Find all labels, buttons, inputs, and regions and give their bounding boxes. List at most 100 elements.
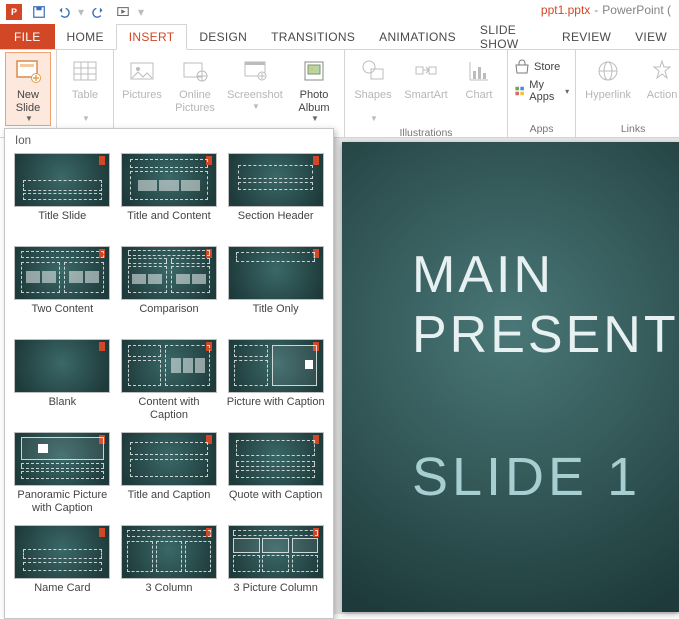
pictures-label: Pictures bbox=[122, 89, 162, 102]
photo-album-button[interactable]: Photo Album▼ bbox=[290, 53, 338, 125]
layout-label: Quote with Caption bbox=[229, 489, 323, 515]
screenshot-icon bbox=[239, 55, 271, 87]
smartart-button[interactable]: SmartArt bbox=[401, 53, 451, 104]
layout-label: Blank bbox=[49, 396, 77, 422]
shapes-icon bbox=[357, 55, 389, 87]
action-icon bbox=[646, 55, 678, 87]
smartart-label: SmartArt bbox=[404, 89, 447, 102]
online-pictures-icon bbox=[179, 55, 211, 87]
ribbon: New Slide▼ Slides Table▼ Tables Pictures… bbox=[0, 50, 679, 138]
photo-album-icon bbox=[298, 55, 330, 87]
new-slide-button[interactable]: New Slide▼ bbox=[6, 53, 50, 125]
online-pictures-label: Online Pictures bbox=[172, 89, 218, 114]
layout-label: Title and Content bbox=[127, 210, 210, 236]
window-title: ppt1.pptx - PowerPoint ( bbox=[541, 3, 671, 17]
group-label-apps: Apps bbox=[514, 123, 569, 135]
layout-title-slide[interactable]: Title Slide bbox=[11, 151, 114, 238]
group-label-links: Links bbox=[582, 123, 679, 135]
layout-quote-with-caption[interactable]: Quote with Caption bbox=[224, 430, 327, 517]
layout-gallery: Ion Title Slide Title and Content Sectio… bbox=[4, 128, 334, 619]
ribbon-tabs: FILE HOME INSERT DESIGN TRANSITIONS ANIM… bbox=[0, 24, 679, 50]
layout-3-column[interactable]: 3 Column bbox=[118, 523, 221, 610]
filename: ppt1.pptx bbox=[541, 3, 590, 17]
layout-name-card[interactable]: Name Card bbox=[11, 523, 114, 610]
undo-icon[interactable] bbox=[52, 1, 74, 23]
layout-label: Section Header bbox=[238, 210, 314, 236]
chart-icon bbox=[463, 55, 495, 87]
group-illustrations: Shapes▼ SmartArt Chart Illustrations bbox=[345, 50, 508, 137]
group-apps: Store My Apps ▾ Apps bbox=[508, 50, 576, 137]
store-button[interactable]: Store bbox=[514, 59, 569, 75]
online-pictures-button[interactable]: Online Pictures bbox=[170, 53, 220, 116]
group-slides: New Slide▼ Slides bbox=[0, 50, 57, 137]
action-button[interactable]: Action bbox=[640, 53, 679, 104]
layout-label: 3 Picture Column bbox=[233, 582, 317, 608]
tab-review[interactable]: REVIEW bbox=[550, 24, 623, 49]
new-slide-icon bbox=[12, 55, 44, 87]
chart-label: Chart bbox=[466, 89, 493, 102]
hyperlink-button[interactable]: Hyperlink bbox=[582, 53, 634, 104]
layout-label: Content with Caption bbox=[120, 396, 219, 422]
pictures-button[interactable]: Pictures bbox=[120, 53, 164, 104]
chevron-down-icon: ▼ bbox=[252, 102, 260, 111]
layout-comparison[interactable]: Comparison bbox=[118, 244, 221, 331]
layout-title-only[interactable]: Title Only bbox=[224, 244, 327, 331]
tab-animations[interactable]: ANIMATIONS bbox=[367, 24, 468, 49]
tab-home[interactable]: HOME bbox=[55, 24, 116, 49]
layout-title-and-content[interactable]: Title and Content bbox=[118, 151, 221, 238]
screenshot-label: Screenshot bbox=[227, 89, 283, 102]
layout-section-header[interactable]: Section Header bbox=[224, 151, 327, 238]
layout-label: Comparison bbox=[139, 303, 198, 329]
table-label: Table bbox=[72, 89, 98, 102]
chevron-down-icon: ▾ bbox=[565, 87, 569, 96]
group-tables: Table▼ Tables bbox=[57, 50, 114, 137]
layout-title-and-caption[interactable]: Title and Caption bbox=[118, 430, 221, 517]
layout-panoramic-picture[interactable]: Panoramic Picture with Caption bbox=[11, 430, 114, 517]
store-label: Store bbox=[534, 61, 560, 73]
tab-view[interactable]: VIEW bbox=[623, 24, 679, 49]
tab-slideshow[interactable]: SLIDE SHOW bbox=[468, 24, 550, 49]
chart-button[interactable]: Chart bbox=[457, 53, 501, 104]
new-slide-label: New Slide bbox=[8, 89, 48, 114]
hyperlink-icon bbox=[592, 55, 624, 87]
chevron-down-icon: ▼ bbox=[370, 114, 378, 123]
redo-icon[interactable] bbox=[88, 1, 110, 23]
tab-file[interactable]: FILE bbox=[0, 24, 55, 49]
screenshot-button[interactable]: Screenshot▼ bbox=[226, 53, 284, 113]
layout-content-with-caption[interactable]: Content with Caption bbox=[118, 337, 221, 424]
separator: ▾ bbox=[78, 5, 84, 19]
my-apps-label: My Apps bbox=[529, 79, 559, 103]
store-icon bbox=[514, 59, 530, 75]
group-links: Hyperlink Action Links bbox=[576, 50, 679, 137]
layout-3-picture-column[interactable]: 3 Picture Column bbox=[224, 523, 327, 610]
start-from-beginning-icon[interactable] bbox=[112, 1, 134, 23]
layout-picture-with-caption[interactable]: Picture with Caption bbox=[224, 337, 327, 424]
shapes-button[interactable]: Shapes ▼ bbox=[351, 53, 395, 125]
layout-label: Title and Caption bbox=[128, 489, 211, 515]
chevron-down-icon: ▼ bbox=[82, 114, 90, 123]
group-images: Pictures Online Pictures Screenshot▼ Pho… bbox=[114, 50, 345, 137]
layout-two-content[interactable]: Two Content bbox=[11, 244, 114, 331]
table-button[interactable]: Table ▼ bbox=[63, 53, 107, 125]
title-bar: P ▾ ▾ ppt1.pptx - PowerPoint ( bbox=[0, 0, 679, 24]
smartart-icon bbox=[410, 55, 442, 87]
app-icon: P bbox=[6, 4, 22, 20]
app-name: PowerPoint ( bbox=[602, 3, 671, 17]
my-apps-button[interactable]: My Apps ▾ bbox=[514, 79, 569, 103]
save-icon[interactable] bbox=[28, 1, 50, 23]
slide-subtitle: SLIDE 1 bbox=[342, 446, 641, 508]
layout-label: Title Slide bbox=[38, 210, 86, 236]
layout-label: Name Card bbox=[34, 582, 90, 608]
photo-album-label: Photo Album bbox=[292, 89, 336, 114]
layout-label: Panoramic Picture with Caption bbox=[13, 489, 112, 515]
tab-insert[interactable]: INSERT bbox=[116, 24, 188, 50]
layout-label: Two Content bbox=[31, 303, 93, 329]
shapes-label: Shapes bbox=[354, 89, 391, 102]
layout-label: 3 Column bbox=[145, 582, 192, 608]
slide-canvas: MAIN PRESENT SLIDE 1 bbox=[334, 138, 679, 614]
slide[interactable]: MAIN PRESENT SLIDE 1 bbox=[342, 142, 679, 612]
qat-dropdown-icon[interactable]: ▾ bbox=[138, 5, 144, 19]
layout-blank[interactable]: Blank bbox=[11, 337, 114, 424]
tab-transitions[interactable]: TRANSITIONS bbox=[259, 24, 367, 49]
tab-design[interactable]: DESIGN bbox=[187, 24, 259, 49]
